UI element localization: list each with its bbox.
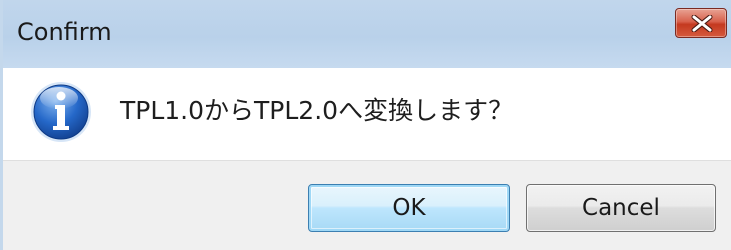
confirm-message: TPL1.0からTPL2.0へ変換します？ [120, 96, 514, 125]
info-icon [29, 80, 93, 144]
confirm-dialog: Confirm TPL1.0からTPL2.0へ変換します？ OK Cancel [0, 0, 731, 250]
cancel-button[interactable]: Cancel [526, 184, 716, 232]
window-title: Confirm [17, 18, 112, 46]
message-area: TPL1.0からTPL2.0へ変換します？ [3, 68, 731, 160]
ok-button[interactable]: OK [308, 184, 510, 232]
title-bar[interactable]: Confirm [0, 0, 731, 68]
button-bar: OK Cancel [3, 160, 731, 250]
close-button[interactable] [675, 8, 727, 38]
close-icon [691, 15, 713, 32]
